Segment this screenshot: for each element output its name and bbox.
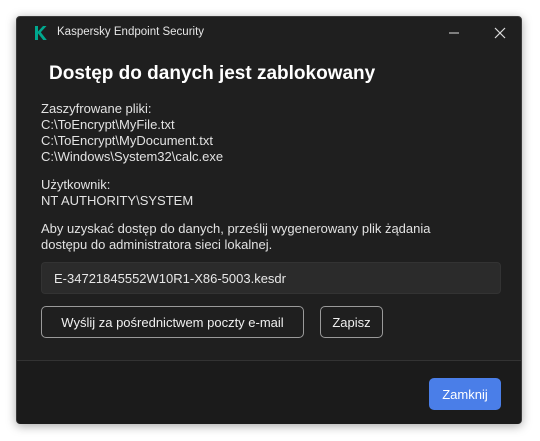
dialog-footer: Zamknij xyxy=(17,360,521,424)
encrypted-file-item: C:\ToEncrypt\MyDocument.txt xyxy=(41,133,213,148)
encrypted-files-label: Zaszyfrowane pliki: xyxy=(41,101,152,116)
encrypted-file-item: C:\ToEncrypt\MyFile.txt xyxy=(41,117,175,132)
instructions-line: dostępu do administratora sieci lokalnej… xyxy=(41,237,273,252)
close-icon xyxy=(494,27,506,39)
kaspersky-logo-icon xyxy=(33,25,47,41)
user-value: NT AUTHORITY\SYSTEM xyxy=(41,193,194,208)
user-section: Użytkownik: NT AUTHORITY\SYSTEM xyxy=(41,177,193,209)
app-title: Kaspersky Endpoint Security xyxy=(57,26,205,38)
title-bar: Kaspersky Endpoint Security xyxy=(17,17,521,49)
close-window-button[interactable] xyxy=(477,17,523,49)
user-label: Użytkownik: xyxy=(41,177,111,192)
send-email-button[interactable]: Wyślij za pośrednictwem poczty e-mail xyxy=(41,306,304,338)
dialog-window: Kaspersky Endpoint Security Dostęp do da… xyxy=(16,16,522,424)
request-file-field[interactable]: E-34721845552W10R1-X86-5003.kesdr xyxy=(41,262,501,294)
save-button[interactable]: Zapisz xyxy=(320,306,383,338)
encrypted-files-section: Zaszyfrowane pliki: C:\ToEncrypt\MyFile.… xyxy=(41,101,223,165)
minimize-button[interactable] xyxy=(431,17,477,49)
minimize-icon xyxy=(449,32,459,34)
instructions-text: Aby uzyskać dostęp do danych, prześlij w… xyxy=(41,221,471,253)
instructions-line: Aby uzyskać dostęp do danych, prześlij w… xyxy=(41,221,431,236)
encrypted-file-item: C:\Windows\System32\calc.exe xyxy=(41,149,224,164)
dialog-heading: Dostęp do danych jest zablokowany xyxy=(49,63,376,84)
close-button[interactable]: Zamknij xyxy=(429,378,501,410)
